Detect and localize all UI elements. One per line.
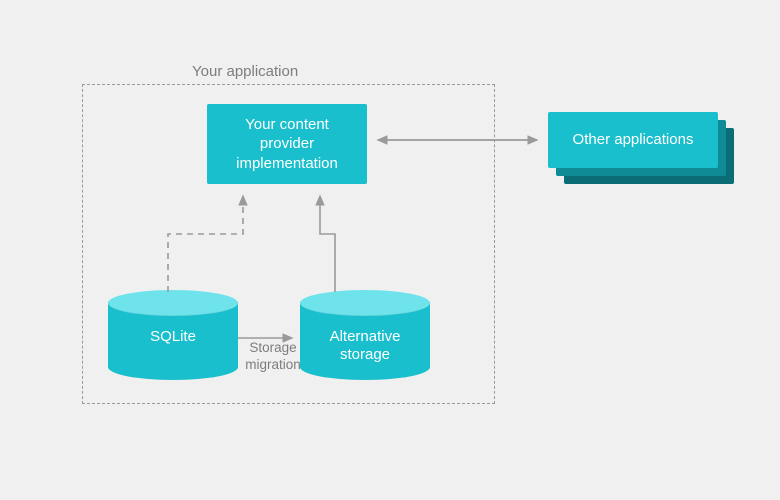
sqlite-label: SQLite <box>108 328 238 346</box>
other-apps-box: Other applications <box>548 112 718 168</box>
diagram-canvas: Your application Other applications Your… <box>0 0 780 500</box>
alternative-storage-cylinder: Alternativestorage <box>300 290 430 380</box>
application-container-label: Your application <box>192 63 298 80</box>
alternative-storage-label: Alternativestorage <box>300 328 430 364</box>
sqlite-cylinder: SQLite <box>108 290 238 380</box>
content-provider-box: Your contentproviderimplementation <box>207 104 367 184</box>
storage-migration-label: Storagemigration <box>238 340 308 374</box>
content-provider-label: Your contentproviderimplementation <box>236 115 338 174</box>
other-apps-label: Other applications <box>573 130 694 150</box>
